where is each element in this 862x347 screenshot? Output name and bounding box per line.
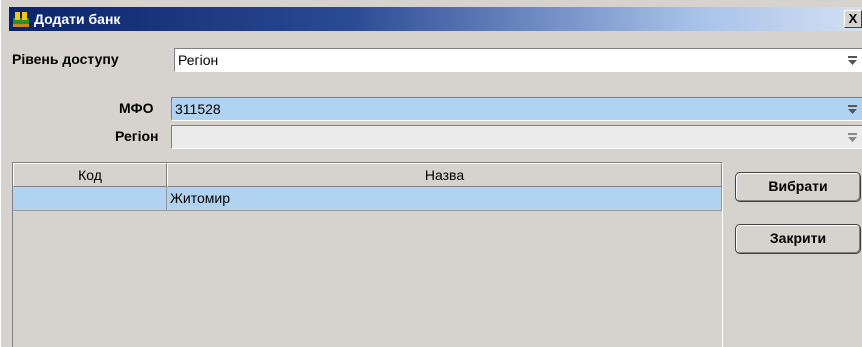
cell-code[interactable] xyxy=(13,187,167,211)
title-bar[interactable]: Додати банк X xyxy=(9,7,862,31)
access-level-label: Рівень доступу xyxy=(12,51,119,67)
region-select[interactable] xyxy=(171,125,862,149)
dialog-window: Додати банк X Рівень доступу Регіон МФО … xyxy=(0,0,862,347)
region-label: Регіон xyxy=(115,128,159,144)
dropdown-arrow-icon[interactable] xyxy=(847,53,859,67)
banks-table[interactable]: Код Назва Житомир xyxy=(12,162,723,347)
app-icon xyxy=(13,12,29,27)
column-header-name[interactable]: Назва xyxy=(167,163,722,187)
mfo-value: 311528 xyxy=(175,101,221,117)
mfo-label: МФО xyxy=(119,100,154,116)
window-title: Додати банк xyxy=(34,11,121,27)
mfo-select[interactable]: 311528 xyxy=(171,97,862,121)
dropdown-arrow-icon[interactable] xyxy=(847,102,859,116)
column-header-code[interactable]: Код xyxy=(13,163,167,187)
access-level-value: Регіон xyxy=(178,52,219,68)
cell-name[interactable]: Житомир xyxy=(167,187,722,211)
dropdown-arrow-icon[interactable] xyxy=(847,130,859,144)
select-button[interactable]: Вибрати xyxy=(735,172,861,202)
close-window-button[interactable]: X xyxy=(844,10,862,28)
table-row[interactable]: Житомир xyxy=(13,187,722,211)
access-level-select[interactable]: Регіон xyxy=(174,48,862,72)
close-button[interactable]: Закрити xyxy=(735,224,861,254)
